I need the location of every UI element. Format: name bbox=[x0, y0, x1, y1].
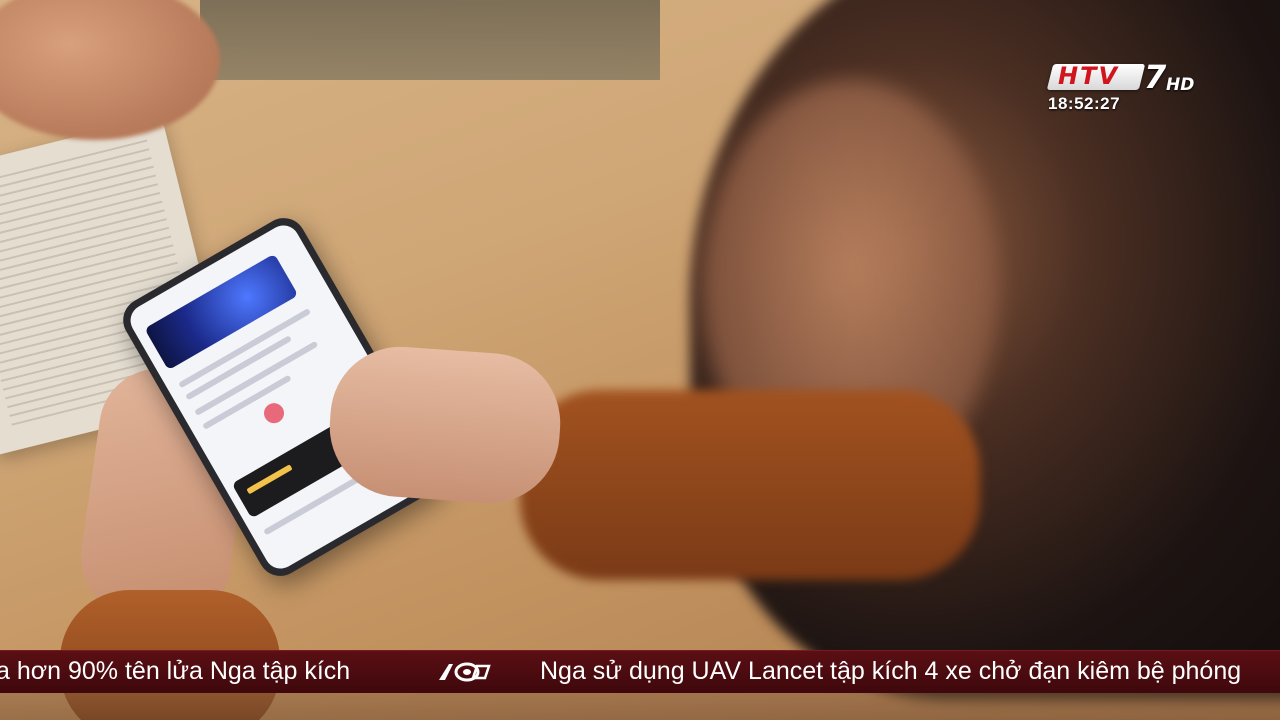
channel-logo: HTV 7 HD bbox=[1046, 58, 1200, 96]
broadcast-clock: 18:52:27 bbox=[1048, 94, 1121, 113]
news-ticker: a hơn 90% tên lửa Nga tập kích Nga sử dụ… bbox=[0, 650, 1280, 693]
app-icon bbox=[260, 399, 288, 427]
orange-sleeve-arm bbox=[520, 390, 980, 580]
ticker-text-right: Nga sử dụng UAV Lancet tập kích 4 xe chở… bbox=[540, 657, 1242, 685]
ticker-text-left: a hơn 90% tên lửa Nga tập kích bbox=[0, 657, 351, 685]
logo-number: 7 bbox=[1144, 58, 1167, 96]
bottom-strip bbox=[0, 692, 1280, 720]
logo-hd: HD bbox=[1166, 75, 1195, 95]
background-wall bbox=[200, 0, 660, 80]
logo-text: HTV bbox=[1058, 62, 1120, 90]
right-hand bbox=[325, 342, 565, 508]
htv-60-logo-icon bbox=[433, 658, 493, 686]
background-hand bbox=[0, 0, 220, 140]
